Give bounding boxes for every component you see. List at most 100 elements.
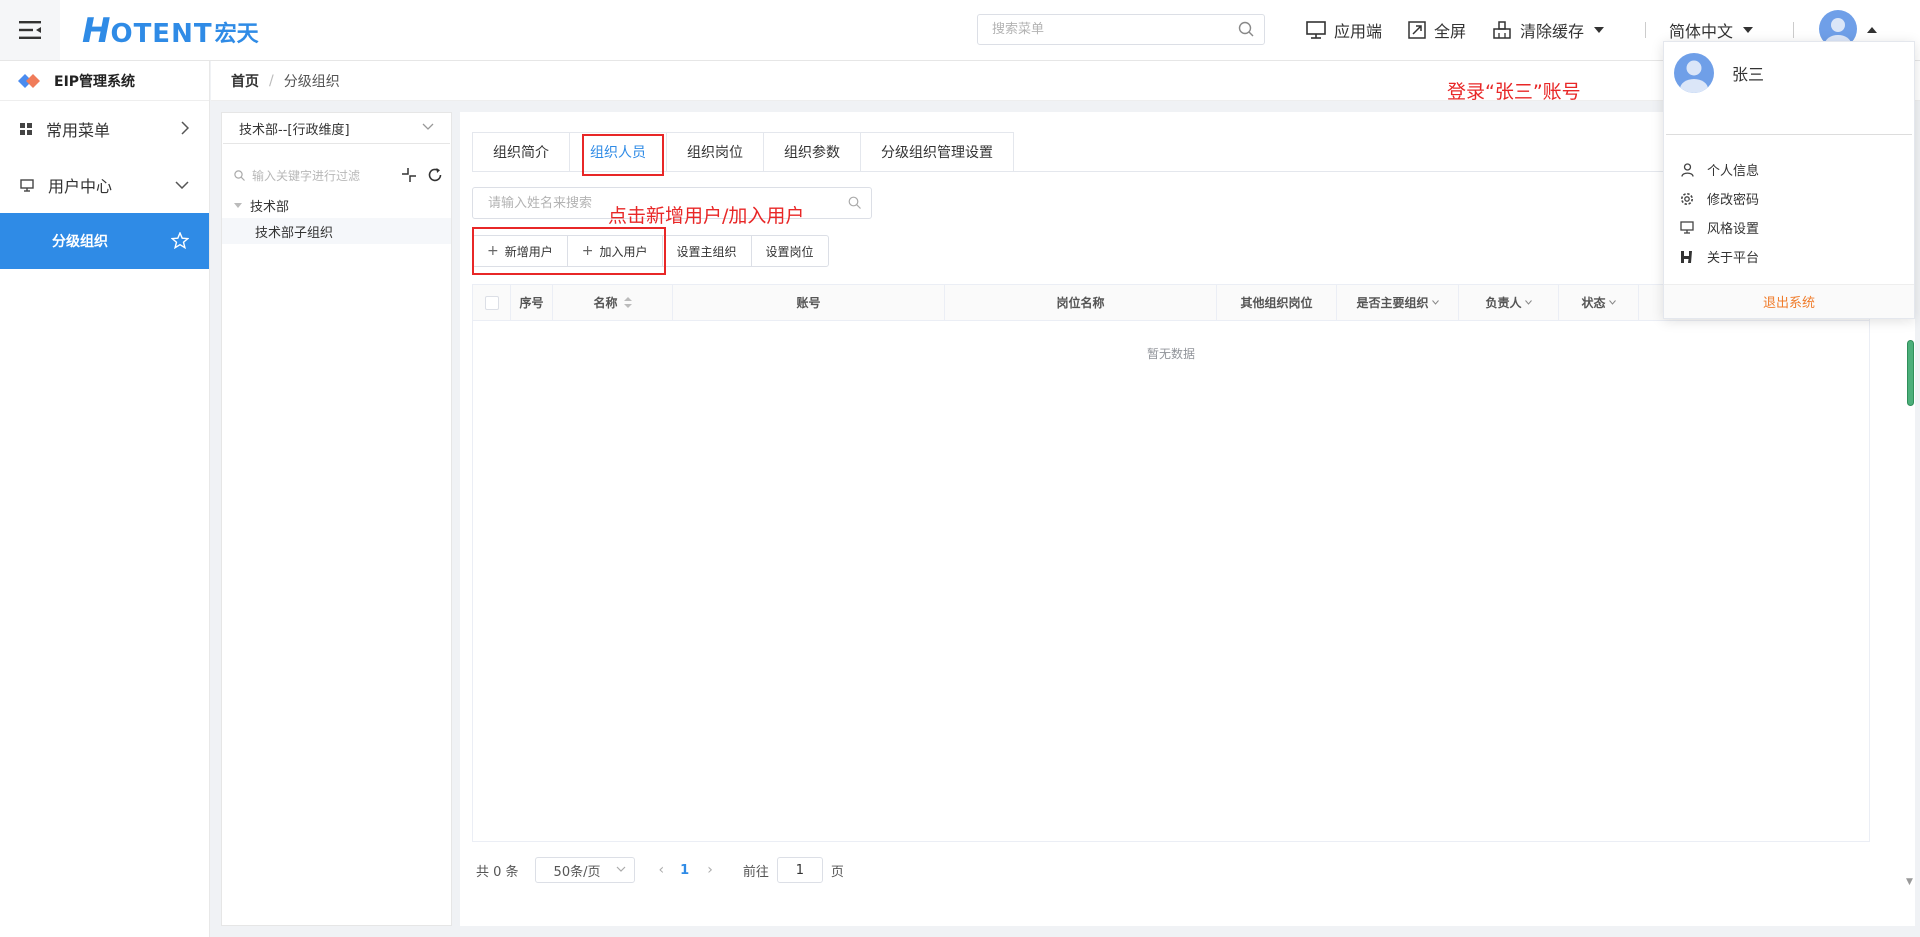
grid-icon [20,123,32,135]
user-avatar-icon [1680,60,1708,93]
star-icon[interactable] [171,232,189,249]
column-label: 名称 [593,296,618,310]
select-all-cell [473,285,511,320]
tab-label: 分级组织管理设置 [881,145,993,161]
top-header: H OTENT 宏天 应用端 全屏 清除缓存 简体中文 [0,0,1920,61]
button-label: 设置主组织 [676,244,737,259]
tab-label: 组织岗位 [687,145,743,161]
tree-node-child[interactable]: 技术部子组织 [222,218,451,244]
logout-button[interactable]: 退出系统 [1664,284,1914,318]
pagination: 共 0 条 50条/页 ‹ 1 › 前往 页 [476,857,844,883]
chevron-right-icon [181,121,189,135]
app-side-label: 应用端 [1334,22,1383,41]
tree-node-root[interactable]: 技术部 [222,192,451,218]
empty-state-text: 暂无数据 [1146,347,1195,361]
system-title-text: EIP管理系统 [54,73,136,90]
select-all-checkbox[interactable] [484,295,499,310]
menu-toggle-button[interactable] [0,0,60,60]
broom-icon [1493,21,1511,39]
set-main-org-button[interactable]: 设置主组织 [661,235,751,267]
column-label: 序号 [519,296,544,310]
caret-down-icon [1594,27,1605,33]
org-dimension-select[interactable]: 技术部--[行政维度] [223,114,450,144]
column-header-status[interactable]: 状态 [1559,285,1639,320]
app-side-button[interactable]: 应用端 [1306,18,1382,42]
column-header-name[interactable]: 名称 [553,285,673,320]
page-unit-label: 页 [830,864,844,880]
chevron-down-icon [422,123,434,130]
annotation-click-note: 点击新增用户/加入用户 [608,205,805,227]
column-label: 岗位名称 [1056,296,1105,310]
search-icon[interactable] [848,196,861,209]
column-label: 账号 [796,296,821,310]
eip-logo-icon [18,73,40,88]
chevron-down-icon [1431,300,1439,305]
language-label: 简体中文 [1669,22,1734,41]
tree-filter-input[interactable] [234,169,384,183]
menu-item-about-platform[interactable]: 关于平台 [1664,242,1914,271]
user-dropdown-menu: 张三 个人信息 修改密码 风格设置 关于平台 退出系统 [1663,41,1915,319]
org-select-value: 技术部--[行政维度] [239,123,350,138]
menu-item-style-settings[interactable]: 风格设置 [1664,213,1914,242]
menu-search-input[interactable] [978,15,1218,44]
next-page-button[interactable]: › [707,862,713,878]
user-icon [1679,162,1695,177]
tab-label: 组织简介 [493,145,549,161]
menu-search-box [977,14,1265,45]
highlight-members-tab [582,134,664,176]
table-header: 序号 名称 账号 岗位名称 其他组织岗位 是否主要组织 负责人 状态 [473,285,1869,321]
chevron-down-icon [1608,300,1616,305]
system-title: EIP管理系统 [0,61,209,101]
sidebar-item-user-center[interactable]: 用户中心 [0,157,209,213]
tab-org-intro[interactable]: 组织简介 [472,132,569,172]
collapse-icon[interactable] [401,167,417,183]
members-table: 序号 名称 账号 岗位名称 其他组织岗位 是否主要组织 负责人 状态 暂无数据 [472,284,1870,842]
caret-down-icon[interactable] [234,202,242,208]
refresh-icon[interactable] [427,167,443,183]
menu-item-change-password[interactable]: 修改密码 [1664,184,1914,213]
sort-icon[interactable] [623,297,632,308]
breadcrumb-home-link[interactable]: 首页 [231,71,259,91]
clear-cache-button[interactable]: 清除缓存 [1492,18,1605,42]
fullscreen-button[interactable]: 全屏 [1408,18,1466,42]
search-icon [234,170,245,181]
tab-org-posts[interactable]: 组织岗位 [666,132,763,172]
logo-mark: H [82,11,111,51]
menu-item-label: 个人信息 [1707,164,1760,179]
tab-org-management-settings[interactable]: 分级组织管理设置 [860,132,1014,172]
caret-up-icon[interactable] [1867,27,1877,33]
column-header-is-main-org[interactable]: 是否主要组织 [1337,285,1459,320]
header-divider [1793,22,1794,38]
tab-org-params[interactable]: 组织参数 [763,132,860,172]
page-size-value: 50条/页 [553,864,601,880]
language-switch[interactable]: 简体中文 [1669,18,1754,42]
column-label: 是否主要组织 [1356,296,1429,310]
page-scrollbar-thumb[interactable] [1907,340,1914,406]
page-size-select[interactable]: 50条/页 [534,857,635,883]
breadcrumb-separator: / [269,72,274,89]
search-icon[interactable] [1238,21,1254,37]
column-header-leader[interactable]: 负责人 [1459,285,1559,320]
menu-fold-icon [19,21,41,39]
prev-page-button[interactable]: ‹ [659,862,665,878]
org-tree-panel: 技术部--[行政维度] 技术部 技术部子组织 [221,112,452,926]
logo-text: OTENT [110,19,213,49]
column-label: 其他组织岗位 [1240,296,1313,310]
tree-node-label: 技术部子组织 [255,225,334,241]
dropdown-user-info: 张三 [1664,42,1914,104]
set-post-button[interactable]: 设置岗位 [750,235,829,267]
scroll-down-arrow[interactable]: ▼ [1906,877,1913,887]
org-tabs: 组织简介 组织人员 组织岗位 组织参数 分级组织管理设置 [472,132,1014,172]
gear-icon [1679,192,1695,206]
sidebar-item-common-menu[interactable]: 常用菜单 [0,101,209,157]
page-number-current[interactable]: 1 [680,863,689,878]
total-count: 共 0 条 [476,864,519,880]
tree-node-label: 技术部 [250,199,290,215]
menu-item-profile[interactable]: 个人信息 [1664,155,1914,184]
goto-page-input[interactable] [776,857,823,883]
tree-controls [401,167,443,183]
chevron-down-icon [616,866,625,872]
column-header-index: 序号 [511,285,553,320]
tree-filter [222,166,451,186]
sidebar-item-hierarchical-org[interactable]: 分级组织 [0,213,209,269]
